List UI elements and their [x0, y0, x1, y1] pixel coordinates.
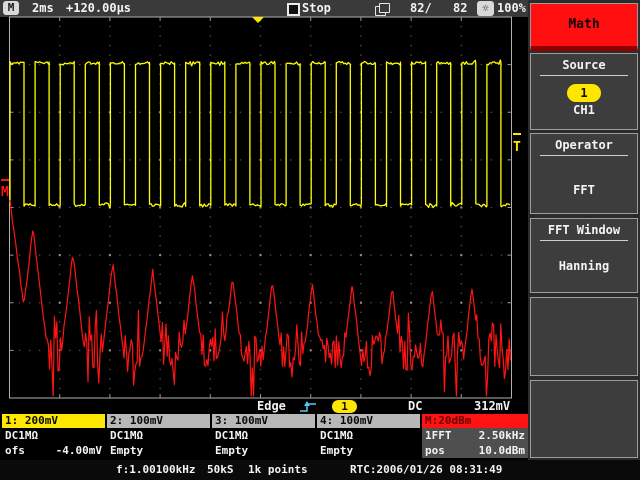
channel-1-coupling: DC1MΩ — [5, 428, 38, 443]
channel-4-header: 4: 100mV — [317, 414, 420, 428]
trigger-level-value: 312mV — [474, 400, 510, 413]
math-pos-label: pos — [425, 443, 445, 458]
math-position-marker[interactable]: M — [1, 185, 9, 200]
sample-rate-readout: 50kS — [207, 461, 234, 479]
math-trace-box[interactable]: M:20dBm 1FFT 2.50kHz pos 10.0dBm — [422, 414, 528, 459]
softkey-empty-1[interactable] — [530, 297, 638, 376]
top-status-bar: M 2ms +120.00µs Stop 82/ 82 ☼ 100% — [0, 0, 528, 17]
channel-2-header: 2: 100mV — [107, 414, 210, 428]
operator-value: FFT — [531, 183, 637, 198]
history-pages-icon — [374, 2, 392, 15]
brightness-value: 100% — [497, 0, 526, 16]
math-span-value: 2.50kHz — [479, 428, 525, 443]
channel-3-header: 3: 100mV — [212, 414, 315, 428]
trigger-level-marker[interactable]: T — [513, 140, 521, 155]
trigger-status-row: Edge 1 DC 312mV — [0, 400, 528, 414]
softkey-menu: Math Source 1 CH1 Operator FFT FFT Windo… — [528, 0, 640, 460]
channel-4-status: Empty — [320, 443, 353, 458]
channel-4-coupling: DC1MΩ — [320, 428, 353, 443]
softkey-operator[interactable]: Operator FFT — [530, 133, 638, 214]
trigger-coupling-label: DC — [408, 400, 422, 413]
acquisition-total: 82 — [453, 0, 467, 16]
delay-value: +120.00µs — [66, 0, 131, 16]
math-header: M:20dBm — [422, 414, 528, 428]
trigger-type-label: Edge — [257, 400, 286, 413]
math-pos-value: 10.0dBm — [479, 443, 525, 458]
stop-icon — [287, 3, 300, 16]
softkey-fft-window[interactable]: FFT Window Hanning — [530, 218, 638, 293]
fft-window-value: Hanning — [531, 259, 637, 274]
channel-2-status: Empty — [110, 443, 143, 458]
channel-4-box[interactable]: 4: 100mV DC1MΩ Empty — [317, 414, 420, 459]
waveform-display: TM — [0, 16, 528, 400]
acquisition-count: 82/ — [410, 0, 432, 16]
channel-1-header: 1: 200mV — [2, 414, 105, 428]
rising-edge-icon — [299, 400, 319, 414]
timebase-value: 2ms — [32, 0, 54, 16]
trigger-source-badge: 1 — [332, 400, 357, 413]
separator — [540, 75, 628, 76]
channel-3-status: Empty — [215, 443, 248, 458]
separator — [540, 240, 628, 241]
timebase-mode-icon: M — [3, 1, 19, 15]
channel-3-box[interactable]: 3: 100mV DC1MΩ Empty — [212, 414, 315, 459]
separator — [540, 155, 628, 156]
operator-title: Operator — [531, 138, 637, 153]
rtc-clock: RTC:2006/01/26 08:31:49 — [350, 461, 502, 479]
softkey-empty-2[interactable] — [530, 380, 638, 458]
math-mode-label: 1FFT — [425, 428, 452, 443]
oscilloscope-screen: M 2ms +120.00µs Stop 82/ 82 ☼ 100% TM Ed… — [0, 0, 640, 480]
channel-2-box[interactable]: 2: 100mV DC1MΩ Empty — [107, 414, 210, 459]
frequency-readout: f:1.00100kHz — [116, 461, 195, 479]
source-channel-badge: 1 — [567, 84, 601, 102]
fft-window-title: FFT Window — [531, 223, 637, 238]
channel-1-box[interactable]: 1: 200mV DC1MΩ ofs -4.00mV — [2, 414, 105, 459]
menu-title-math[interactable]: Math — [530, 3, 638, 51]
run-state-label: Stop — [302, 0, 331, 16]
page-front-icon — [379, 3, 390, 13]
channel-3-coupling: DC1MΩ — [215, 428, 248, 443]
bottom-status-bar: f:1.00100kHz 50kS 1k points RTC:2006/01/… — [0, 460, 640, 480]
channel-1-offset-label: ofs — [5, 443, 25, 458]
record-length-readout: 1k points — [248, 461, 308, 479]
softkey-source[interactable]: Source 1 CH1 — [530, 53, 638, 130]
brightness-icon: ☼ — [477, 1, 494, 16]
source-title: Source — [531, 58, 637, 73]
channel-2-coupling: DC1MΩ — [110, 428, 143, 443]
channel-1-offset-value: -4.00mV — [56, 443, 102, 458]
source-value: CH1 — [531, 103, 637, 117]
